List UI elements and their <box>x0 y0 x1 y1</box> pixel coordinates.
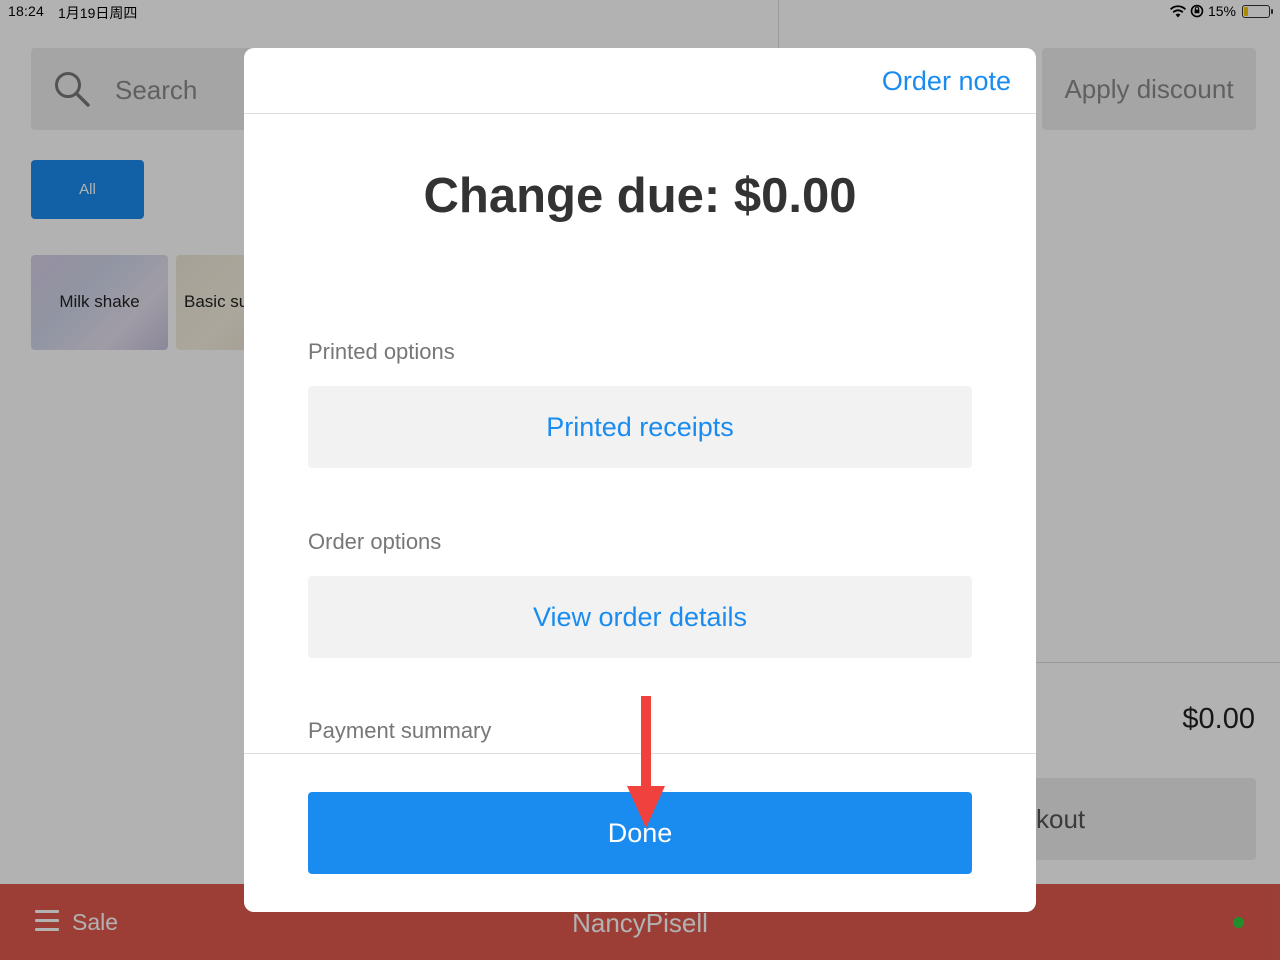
payment-summary-label: Payment summary <box>308 718 492 743</box>
order-note-button[interactable]: Order note <box>882 66 1011 97</box>
annotation-arrow-icon <box>627 696 665 828</box>
printed-options-label: Printed options <box>308 339 455 364</box>
change-due-title: Change due: $0.00 <box>423 169 857 223</box>
printed-receipts-button[interactable]: Printed receipts <box>308 386 972 468</box>
dialog-header: Order note <box>244 48 1036 114</box>
view-order-details-button[interactable]: View order details <box>308 576 972 658</box>
order-options-label: Order options <box>308 529 442 554</box>
